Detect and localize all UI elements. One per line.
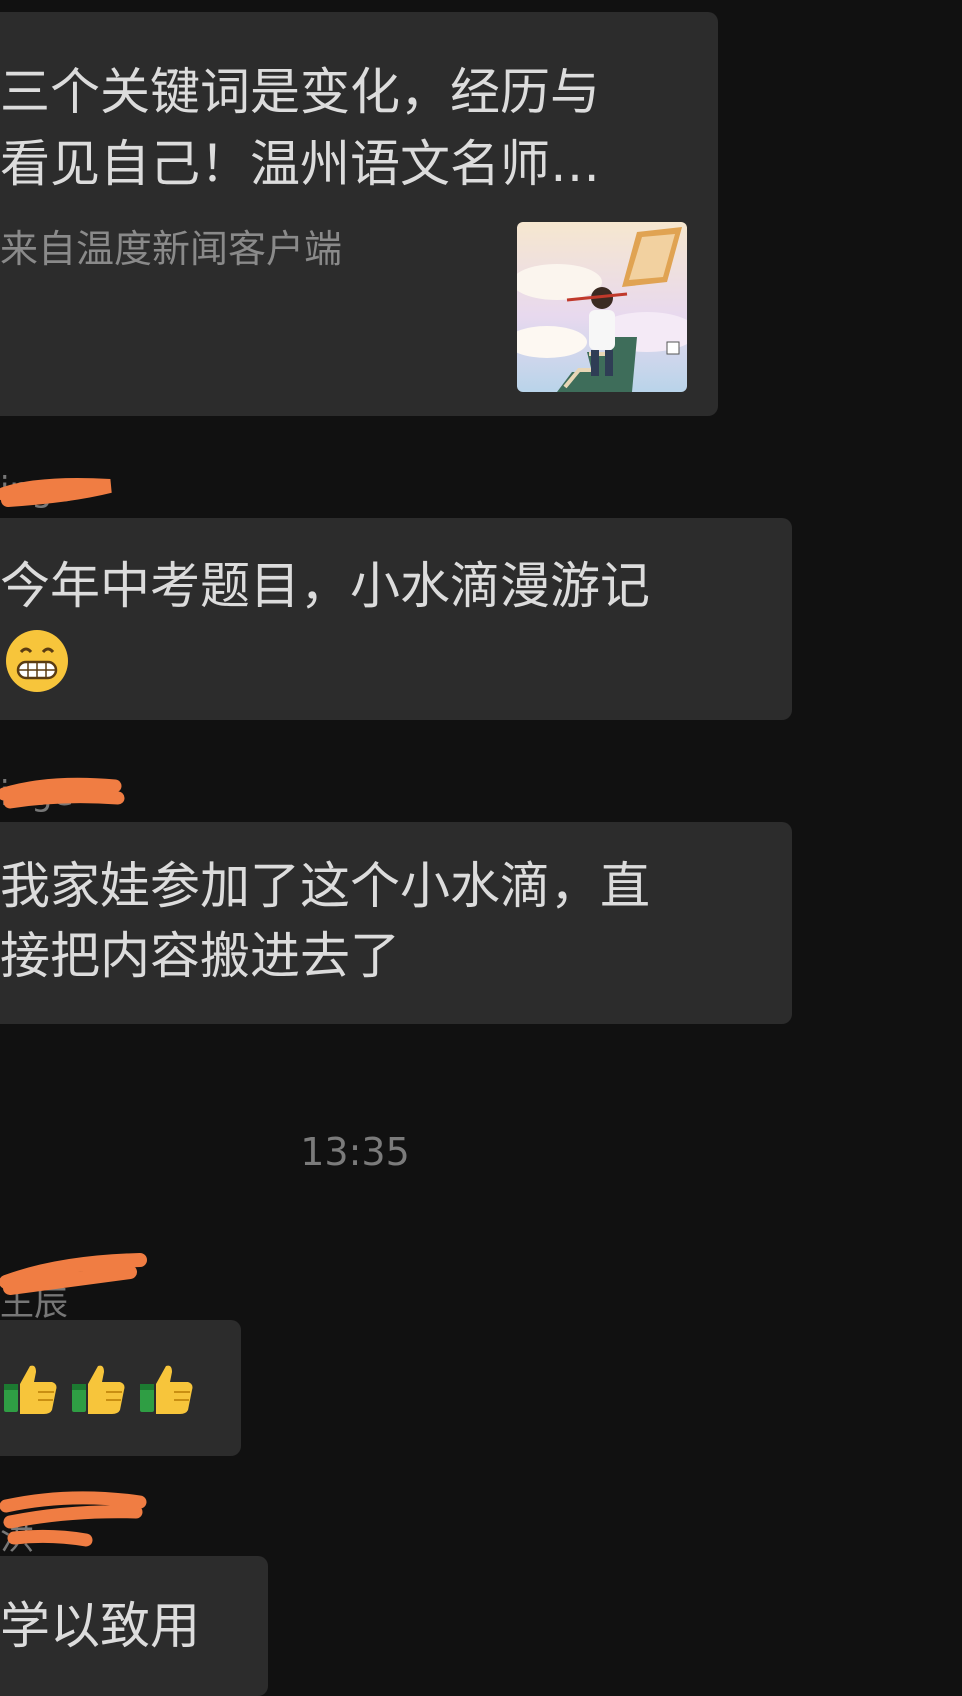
grinning-face-emoji [6, 630, 68, 692]
message-text-line-1: 我家娃参加了这个小水滴，直 [0, 857, 650, 915]
redaction-scribble [0, 1253, 147, 1295]
article-thumbnail[interactable] [517, 222, 687, 392]
message-text-line-2: 接把内容搬进去了 [0, 927, 400, 985]
link-title: 三个关键词是变化，经历与 看见自己！温州语文名师… [0, 56, 672, 200]
link-card-bubble[interactable]: 三个关键词是变化，经历与 看见自己！温州语文名师… 来自温度新闻客户端 [0, 12, 718, 416]
redaction-scribble [0, 478, 112, 507]
redaction-scribble [0, 777, 125, 809]
thumbs-up-emoji [140, 1365, 193, 1414]
redaction-scribble [0, 1491, 147, 1547]
timestamp: 13:35 [300, 1130, 410, 1174]
message-bubble[interactable]: 学以致用 [0, 1556, 268, 1696]
link-title-line-2: 看见自己！温州语文名师… [0, 135, 600, 193]
thumbs-up-emoji [4, 1365, 57, 1414]
message-bubble[interactable]: 我家娃参加了这个小水滴，直 接把内容搬进去了 [0, 822, 792, 1024]
link-title-line-1: 三个关键词是变化，经历与 [0, 63, 600, 121]
message-bubble[interactable] [0, 1320, 241, 1456]
thumbs-up-emoji [72, 1365, 125, 1414]
message-text: 学以致用 [0, 1597, 200, 1655]
link-source: 来自温度新闻客户端 [0, 227, 343, 271]
emoji-row [0, 1358, 196, 1418]
message-text: 今年中考题目，小水滴漫游记 [0, 557, 650, 615]
message-bubble[interactable]: 今年中考题目，小水滴漫游记 [0, 518, 792, 720]
